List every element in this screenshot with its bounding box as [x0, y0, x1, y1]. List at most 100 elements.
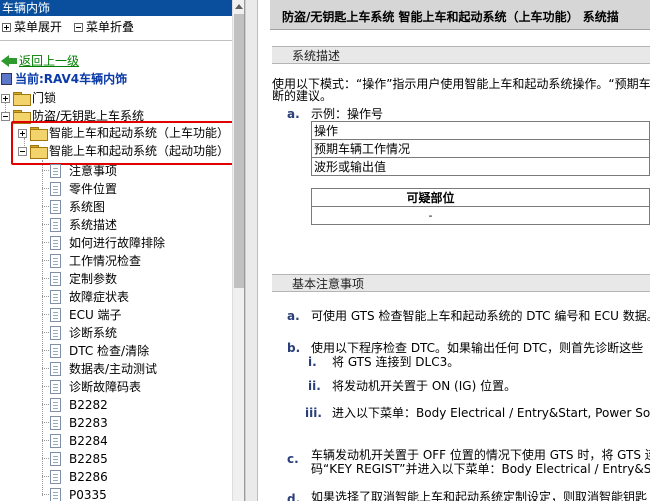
tree-guide [42, 242, 49, 243]
tree-leaf-label: 诊断故障码表 [69, 380, 142, 394]
precaution-item: 可使用 GTS 检查智能上车和起动系统的 DTC 编号和 ECU 数据。 [311, 309, 650, 323]
tree-node-door-lock[interactable]: 门锁 [1, 89, 56, 107]
list-marker: i. [308, 355, 317, 369]
tree-guide [42, 422, 49, 423]
list-marker: b. [287, 341, 301, 355]
tree-leaf-item[interactable]: P0335 [42, 485, 107, 501]
tree-leaf-item[interactable]: 数据表/主动测试 [42, 359, 158, 377]
document-icon [50, 200, 61, 214]
tree-leaf-label: 数据表/主动测试 [69, 362, 158, 376]
tree-guide [42, 494, 49, 495]
tree-guide [42, 404, 49, 405]
tree-leaf-item[interactable]: B2286 [42, 467, 108, 485]
list-marker: a. [287, 107, 300, 121]
document-icon [50, 416, 61, 430]
pane-title: 车辆内饰 [0, 0, 244, 16]
tree-leaf-item[interactable]: B2284 [42, 431, 108, 449]
section-title: 系统描述 [292, 49, 341, 63]
tree-leaf-label: DTC 检查/清除 [69, 344, 150, 358]
tree-guide [42, 278, 49, 279]
tree-leaf-label: ECU 端子 [69, 308, 122, 322]
tree-leaf-label: 故障症状表 [69, 290, 130, 304]
table-row: 预期车辆工作情况 [311, 139, 650, 158]
tree-leaf-item[interactable]: B2283 [42, 413, 108, 431]
back-link[interactable]: 返回上一级 [1, 53, 79, 69]
tree-guide [42, 296, 49, 297]
tree-leaf-item[interactable]: 如何进行故障排除 [42, 233, 165, 251]
tree-leaf-item[interactable]: 定制参数 [42, 269, 118, 287]
intro-text-line2: 断的建议。 [272, 89, 333, 103]
tree-leaf-item[interactable]: 零件位置 [42, 179, 118, 197]
list-marker: c. [287, 452, 299, 466]
document-icon [50, 290, 61, 304]
table-cell: - [311, 206, 650, 225]
tree-leaf-item[interactable]: ECU 端子 [42, 305, 122, 323]
document-icon [50, 470, 61, 484]
collapse-menu-button[interactable]: 菜单折叠 [74, 18, 134, 36]
tree-leaf-item[interactable]: 诊断系统 [42, 323, 117, 341]
document-icon [50, 218, 61, 232]
tree-leaf-item[interactable]: 诊断故障码表 [42, 377, 142, 395]
document-icon [50, 452, 61, 466]
procedure-step: 进入以下菜单：Body Electrical / Entry&Start, Po… [332, 406, 650, 420]
tree-leaf-item[interactable]: 工作情况检查 [42, 251, 142, 269]
tree-leaf-item[interactable]: 故障症状表 [42, 287, 130, 305]
document-icon [50, 254, 61, 268]
tree-guide [42, 160, 43, 496]
tree-leaf-item[interactable]: 系统图 [42, 197, 105, 215]
example-label: 示例：操作号 [311, 107, 384, 121]
list-marker: ii. [308, 379, 321, 393]
current-location: 当前:RAV4车辆内饰 [1, 71, 127, 87]
tree-guide [42, 188, 49, 189]
tree-guide [42, 458, 49, 459]
tree-guide [42, 260, 49, 261]
highlight-box [11, 121, 241, 165]
tree-leaf-item[interactable]: DTC 检查/清除 [42, 341, 150, 359]
expand-icon[interactable] [1, 94, 10, 103]
tree-leaf-label: 工作情况检查 [69, 254, 142, 268]
table-row: - [311, 206, 650, 225]
tree-guide [42, 170, 49, 171]
tree-leaf-label: B2282 [69, 398, 108, 412]
table-cell: 操作 [311, 121, 650, 140]
document-header: 防盗/无钥匙上车系统 智能上车和起动系统（上车功能） 系统描 [270, 0, 650, 30]
document-title: 防盗/无钥匙上车系统 智能上车和起动系统（上车功能） 系统描 [282, 10, 619, 24]
collapse-icon[interactable] [1, 112, 10, 121]
document-icon [50, 182, 61, 196]
tree-leaf-item[interactable]: 注意事项 [42, 161, 118, 179]
tree-guide [42, 314, 49, 315]
tree-leaf-item[interactable]: B2285 [42, 449, 108, 467]
tree-guide [42, 368, 49, 369]
expand-menu-button[interactable]: 菜单展开 [2, 18, 62, 36]
list-marker: d. [287, 492, 301, 501]
table-header-row: 可疑部位 [311, 188, 650, 207]
procedure-step: 将发动机开关置于 ON (IG) 位置。 [332, 379, 517, 393]
document-icon [50, 380, 61, 394]
document-icon [50, 344, 61, 358]
table-row: 操作 [311, 121, 650, 140]
collapse-menu-label: 菜单折叠 [86, 20, 135, 34]
tree-leaf-label: B2284 [69, 434, 108, 448]
document-icon [50, 434, 61, 448]
back-arrow-icon [1, 55, 17, 67]
precaution-item-line1: 车辆发动机开关置于 OFF 位置的情况下使用 GTS 时，将 GTS 连 [311, 448, 650, 462]
document-icon [50, 362, 61, 376]
scroll-up-arrow-icon[interactable] [233, 0, 244, 13]
pane-splitter[interactable] [245, 0, 258, 501]
tree-leaf-item[interactable]: B2282 [42, 395, 108, 413]
folder-icon [13, 92, 31, 106]
tree-leaf-label: 系统描述 [69, 218, 118, 232]
tree-node-label: 门锁 [32, 91, 57, 105]
table-cell: 波形或输出值 [311, 157, 650, 176]
tree-guide [42, 476, 49, 477]
tree-leaf-label: 注意事项 [69, 164, 118, 178]
tree-leaf-item[interactable]: 系统描述 [42, 215, 118, 233]
vertical-scrollbar[interactable] [232, 0, 244, 501]
tree-leaf-label: 定制参数 [69, 272, 118, 286]
scrollbar-thumb[interactable] [234, 14, 244, 288]
document-icon [50, 488, 61, 501]
document-pane: 防盗/无钥匙上车系统 智能上车和起动系统（上车功能） 系统描 系统描述 使用以下… [258, 0, 650, 501]
table-header-cell: 可疑部位 [311, 188, 650, 207]
procedure-step: 将 GTS 连接到 DLC3。 [332, 355, 460, 369]
tree-leaf-label: 零件位置 [69, 182, 118, 196]
